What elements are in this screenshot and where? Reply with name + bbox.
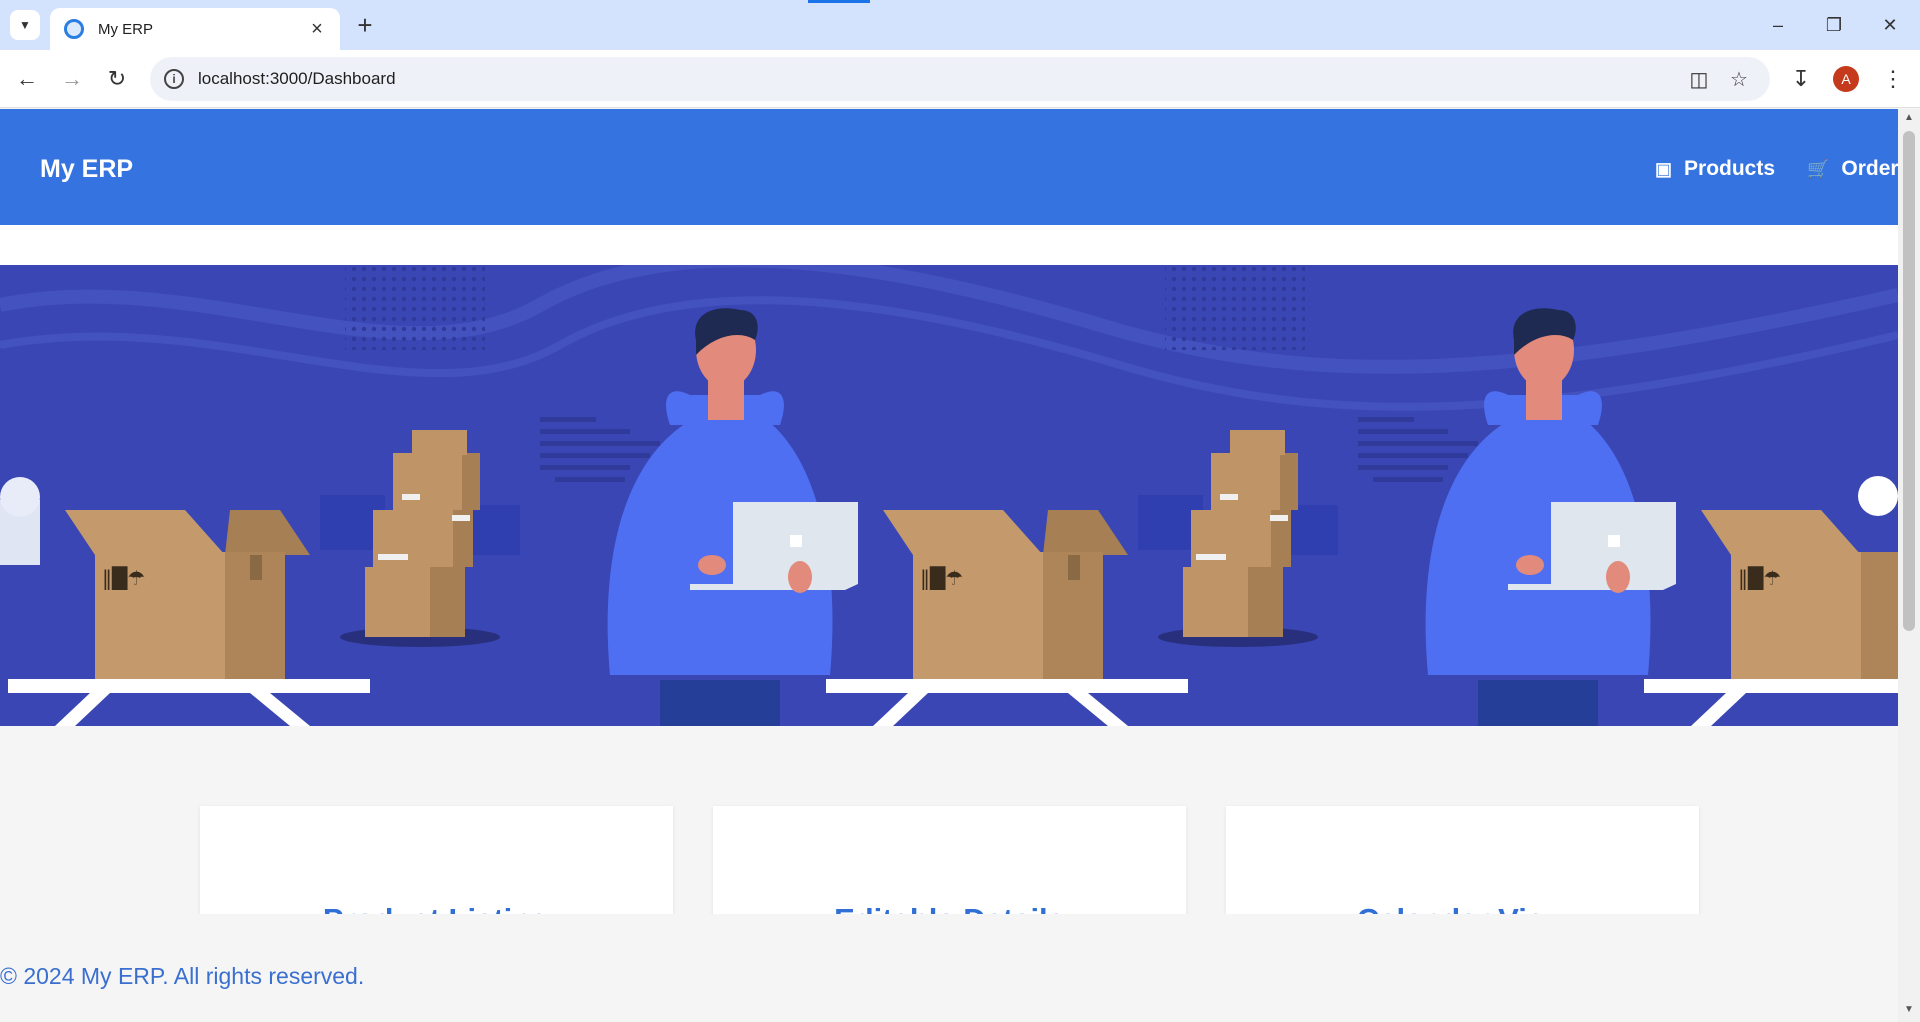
hero-carousel: ‖█☂ ‖█☂ ‖█☂ — [0, 265, 1898, 726]
app-header: My ERP ▣ Products 🛒 Orders — [0, 109, 1910, 225]
browser-toolbar: ← → ↻ i localhost:3000/Dashboard ◫ ☆ ↧ ⋮ — [0, 50, 1920, 108]
info-icon[interactable]: i — [164, 69, 184, 89]
install-app-icon[interactable]: ◫ — [1686, 66, 1712, 92]
archive-icon: ▣ — [1655, 158, 1673, 179]
restore-button[interactable]: ❐ — [1806, 0, 1862, 50]
nav-products-link[interactable]: ▣ Products — [1655, 157, 1775, 181]
scroll-thumb[interactable] — [1903, 131, 1915, 631]
brand-title[interactable]: My ERP — [40, 155, 133, 184]
svg-text:‖█☂: ‖█☂ — [102, 566, 145, 590]
download-icon[interactable]: ↧ — [1784, 62, 1818, 96]
window-close-button[interactable]: ✕ — [1862, 0, 1918, 50]
carousel-prev-button[interactable] — [0, 477, 40, 517]
svg-text:‖█☂: ‖█☂ — [1738, 566, 1781, 590]
card-editable-details[interactable]: Editable Details — [713, 806, 1186, 937]
back-button[interactable]: ← — [10, 62, 44, 96]
browser-tabstrip: ▼ My ERP × + – ❐ ✕ — [0, 0, 1920, 50]
menu-kebab-icon[interactable]: ⋮ — [1876, 62, 1910, 96]
tab-title: My ERP — [98, 20, 154, 38]
scroll-down-icon[interactable]: ▼ — [1904, 1005, 1914, 1015]
nav-products-label: Products — [1684, 157, 1776, 180]
nav-orders-link[interactable]: 🛒 Orders — [1807, 157, 1910, 181]
svg-text:‖█☂: ‖█☂ — [920, 566, 963, 590]
scroll-up-icon[interactable]: ▲ — [1904, 113, 1914, 123]
address-bar[interactable]: i localhost:3000/Dashboard ◫ ☆ — [150, 57, 1770, 101]
carousel-next-button[interactable] — [1858, 476, 1898, 516]
tab-progress-indicator — [808, 0, 870, 3]
cart-icon: 🛒 — [1807, 158, 1830, 179]
bookmark-star-icon[interactable]: ☆ — [1726, 66, 1752, 92]
profile-avatar[interactable]: A — [1833, 66, 1859, 92]
footer-text: © 2024 My ERP. All rights reserved. — [0, 963, 365, 989]
header-spacer — [0, 225, 1898, 265]
chevron-down-icon: ▼ — [19, 18, 31, 32]
url-text[interactable]: localhost:3000/Dashboard — [198, 69, 396, 89]
card-product-listing[interactable]: Product Listing — [200, 806, 673, 937]
close-icon[interactable]: × — [306, 18, 328, 40]
minimize-button[interactable]: – — [1750, 0, 1806, 50]
browser-tab[interactable]: My ERP × — [50, 8, 340, 50]
card-calendar-view[interactable]: Calendar View — [1226, 806, 1699, 937]
tab-search-button[interactable]: ▼ — [10, 10, 40, 40]
hero-illustration: ‖█☂ ‖█☂ ‖█☂ — [0, 265, 1898, 726]
forward-button[interactable]: → — [55, 62, 89, 96]
page-viewport: My ERP ▣ Products 🛒 Orders ‖█☂ ‖█☂ ‖█☂ ©… — [0, 109, 1920, 1022]
reload-button[interactable]: ↻ — [100, 62, 134, 96]
vertical-scrollbar[interactable]: ▲ ▼ — [1898, 109, 1920, 1022]
favicon-icon — [64, 19, 84, 39]
new-tab-button[interactable]: + — [350, 10, 380, 40]
